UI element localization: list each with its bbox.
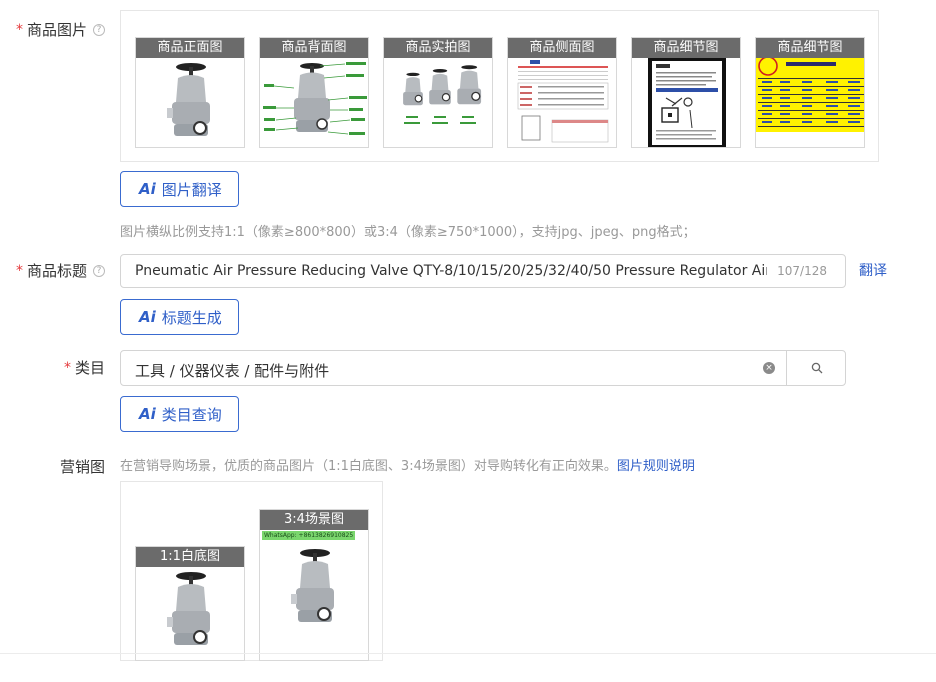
thumb-caption: 商品背面图: [260, 38, 368, 58]
phone-manual-image: [632, 58, 740, 147]
product-thumb-photo[interactable]: 商品实拍图: [383, 37, 493, 148]
product-thumb-front[interactable]: 商品正面图: [135, 37, 245, 148]
product-title-input[interactable]: Pneumatic Air Pressure Reducing Valve QT…: [120, 254, 846, 288]
marketing-label: 营销图: [60, 458, 106, 476]
marketing-thumb-scene[interactable]: 3:4场景图 WhatsApp: +8613826910825: [259, 509, 369, 661]
title-generate-button[interactable]: Ai 标题生成: [120, 299, 239, 335]
title-char-count: 107/128: [777, 264, 827, 278]
clear-icon[interactable]: ×: [763, 362, 775, 374]
image-translate-button[interactable]: Ai 图片翻译: [120, 171, 239, 207]
ai-logo-icon: Ai: [139, 405, 156, 423]
thumb-caption: 3:4场景图: [260, 510, 368, 530]
product-thumb-back[interactable]: 商品背面图: [259, 37, 369, 148]
valve-diagram-image: [260, 58, 368, 147]
marketing-image-panel: 1:1白底图 3:4场景图 WhatsApp: +8613826910825: [120, 481, 383, 661]
thumb-caption: 商品实拍图: [384, 38, 492, 58]
product-title-label: * 商品标题 ?: [16, 260, 106, 281]
ai-logo-icon: Ai: [139, 308, 156, 326]
image-spec-hint: 图片横纵比例支持1:1（像素≥800*800）或3:4（像素≥750*1000）…: [120, 225, 696, 240]
thumb-caption: 商品侧面图: [508, 38, 616, 58]
category-search-button[interactable]: [786, 350, 847, 386]
product-images-label: * 商品图片 ?: [16, 19, 106, 40]
title-translate-link[interactable]: 翻译: [859, 260, 887, 280]
product-thumb-detail-1[interactable]: 商品细节图: [631, 37, 741, 148]
product-image-panel: 商品正面图 商品背面图 商品实拍图 商品侧面图 商品细节图 商品细节图: [120, 10, 879, 162]
valves-trio-image: [384, 58, 492, 147]
thread-size-table-image: [756, 56, 864, 147]
whatsapp-tag: WhatsApp: +8613826910825: [262, 531, 356, 540]
question-circle-icon[interactable]: ?: [93, 264, 106, 277]
thumb-caption: 商品细节图: [756, 38, 864, 58]
ai-logo-icon: Ai: [139, 180, 156, 198]
divider: [0, 653, 936, 654]
category-label: * 类目: [64, 359, 106, 377]
category-lookup-button[interactable]: Ai 类目查询: [120, 396, 239, 432]
valve-image: [136, 58, 244, 147]
thumb-caption: 1:1白底图: [136, 547, 244, 567]
category-select[interactable]: 工具 / 仪器仪表 / 配件与附件 ×: [120, 350, 846, 386]
search-icon: [811, 362, 823, 374]
product-thumb-detail-2[interactable]: 商品细节图: [755, 37, 865, 148]
spec-document-image: [508, 58, 616, 147]
thumb-caption: 商品细节图: [632, 38, 740, 58]
marketing-thumb-square[interactable]: 1:1白底图: [135, 546, 245, 661]
valve-image: [136, 567, 244, 658]
question-circle-icon[interactable]: ?: [93, 23, 106, 36]
valve-image: [260, 544, 368, 635]
image-rules-link[interactable]: 图片规则说明: [617, 459, 695, 474]
thumb-caption: 商品正面图: [136, 38, 244, 58]
product-thumb-side[interactable]: 商品侧面图: [507, 37, 617, 148]
marketing-hint: 在营销导购场景，优质的商品图片（1:1白底图、3:4场景图）对导购转化有正向效果…: [120, 459, 695, 474]
